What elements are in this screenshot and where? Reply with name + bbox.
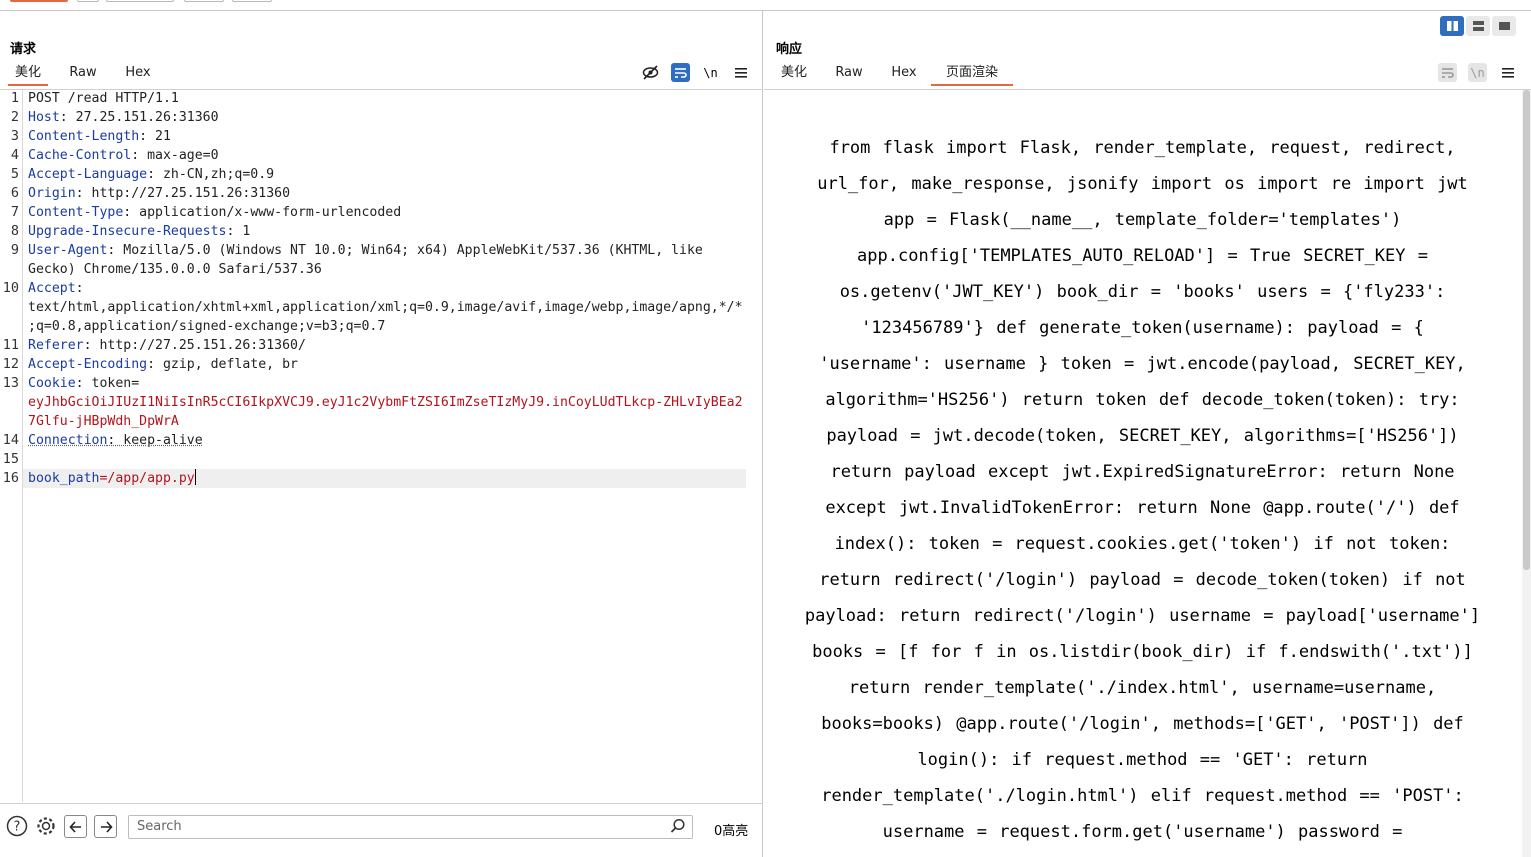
request-line: 2 Host: 27.25.151.26:31360 [10, 109, 219, 125]
send-button[interactable] [10, 0, 68, 2]
search-icon[interactable] [668, 816, 688, 836]
request-bottom-bar: ? Search 0高亮 [0, 803, 762, 841]
top-toolbar-strip [0, 0, 1531, 11]
gear-icon[interactable] [35, 815, 57, 837]
split-rows-icon[interactable] [1466, 16, 1490, 36]
request-line: 15 [2, 451, 19, 467]
tab-hex[interactable]: Hex [884, 63, 924, 86]
search-input[interactable]: Search [128, 815, 693, 839]
tab-render[interactable]: 页面渲染 [931, 63, 1013, 86]
text-caret [194, 469, 196, 485]
tab-pretty[interactable]: 美化 [8, 63, 48, 86]
request-line: 7 Content-Type: application/x-www-form-ur… [10, 204, 402, 220]
request-line-current[interactable]: 16 book_path=/app/app.py [0, 469, 762, 488]
menu-icon[interactable] [731, 63, 750, 82]
request-editor[interactable]: 1 POST /read HTTP/1.1 2 Host: 27.25.151.26… [0, 89, 762, 802]
newline-icon[interactable]: \n [1468, 63, 1487, 82]
tab-raw[interactable]: Raw [64, 63, 102, 86]
forward-arrow-icon[interactable] [94, 815, 117, 838]
request-line: 6 Origin: http://27.25.151.26:31360 [10, 185, 291, 201]
tab-raw[interactable]: Raw [830, 63, 868, 86]
request-line: 13 Cookie: token= eyJhbGciOiJIUzI1NiIsInR5… [2, 375, 743, 429]
tab-pretty[interactable]: 美化 [774, 63, 814, 86]
request-line: 1 POST /read HTTP/1.1 [10, 90, 179, 106]
single-pane-icon[interactable] [1492, 16, 1516, 36]
request-title: 请求 [10, 42, 37, 57]
back-arrow-icon[interactable] [64, 815, 87, 838]
toolbar-button[interactable] [232, 0, 272, 2]
request-pane: 请求 美化 Raw Hex \n 1 POST /read HTTP/1.1 2H… [0, 11, 763, 857]
request-lines: 1 POST /read HTTP/1.1 2 Host: 27.25.151.26… [0, 89, 762, 488]
tab-hex[interactable]: Hex [118, 63, 158, 86]
wrap-icon[interactable] [1438, 63, 1457, 82]
scrollbar-thumb[interactable] [1523, 90, 1530, 570]
eye-off-icon[interactable] [641, 63, 660, 82]
menu-icon[interactable] [1498, 63, 1517, 82]
response-title: 响应 [776, 42, 803, 57]
wrap-icon[interactable] [671, 63, 690, 82]
request-line: 4 Cache-Control: max-age=0 [10, 147, 219, 163]
request-line: 3 Content-Length: 21 [10, 128, 171, 144]
rendered-text: from flask import Flask, render_template… [804, 138, 1481, 842]
toolbar-button[interactable] [77, 0, 99, 2]
request-line: 9 User-Agent: Mozilla/5.0 (Windows NT 10.… [10, 242, 703, 277]
highlight-count: 0高亮 [714, 824, 749, 839]
help-icon[interactable]: ? [6, 815, 28, 837]
scrollbar[interactable] [1522, 90, 1531, 857]
request-line: 8 Upgrade-Insecure-Requests: 1 [10, 223, 251, 239]
request-line: 12 Accept-Encoding: gzip, deflate, br [2, 356, 298, 372]
split-columns-icon[interactable] [1440, 16, 1464, 36]
toolbar-button[interactable] [106, 0, 174, 2]
request-line: 14 Connection: keep-alive [2, 432, 203, 448]
rendered-page-view[interactable]: from flask import Flask, render_template… [764, 89, 1531, 857]
response-pane: 响应 美化 Raw Hex 页面渲染 \n from flask import … [764, 11, 1531, 857]
request-line: 11 Referer: http://27.25.151.26:31360/ [2, 337, 306, 353]
newline-icon[interactable]: \n [701, 63, 720, 82]
request-line: 5 Accept-Language: zh-CN,zh;q=0.9 [10, 166, 275, 182]
svg-text:?: ? [14, 820, 21, 835]
request-line: 10 Accept: text/html,application/xhtml+xml… [2, 280, 743, 334]
toolbar-button[interactable] [184, 0, 224, 2]
